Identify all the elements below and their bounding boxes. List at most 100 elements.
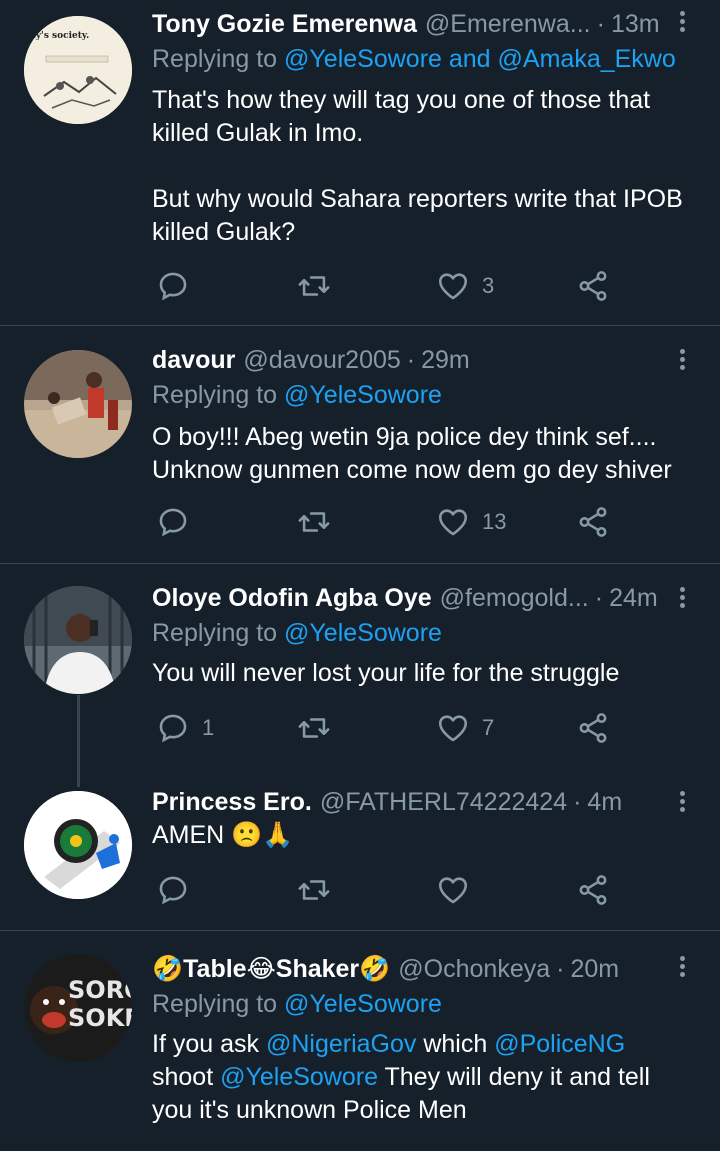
share-button[interactable] bbox=[576, 872, 610, 908]
mention-link[interactable]: @YeleSowore bbox=[284, 381, 442, 409]
like-button[interactable]: 3 bbox=[436, 268, 494, 304]
like-icon bbox=[438, 715, 468, 742]
share-icon bbox=[579, 713, 607, 743]
reply-icon bbox=[159, 876, 187, 905]
user-handle[interactable]: @FATHERL74222424 bbox=[320, 788, 567, 817]
tweet-text-part: If you ask bbox=[152, 1030, 266, 1058]
user-handle[interactable]: @femogold... bbox=[440, 584, 589, 613]
share-button[interactable] bbox=[576, 504, 610, 540]
replying-to: Replying to @YeleSowore bbox=[152, 381, 442, 410]
tweet[interactable]: SORO SOKE 🤣Table😂Shaker🤣 @Ochonkeya · 20… bbox=[0, 931, 720, 1151]
avatar-caption: ay's society. bbox=[30, 31, 89, 41]
replying-prefix: Replying to bbox=[152, 619, 285, 647]
retweet-icon bbox=[298, 276, 330, 296]
replying-prefix: Replying to bbox=[152, 45, 285, 73]
replying-prefix: Replying to bbox=[152, 381, 285, 409]
tweet[interactable]: Oloye Odofin Agba Oye @femogold... · 24m… bbox=[0, 564, 720, 774]
user-handle[interactable]: @Emerenwa... bbox=[425, 10, 591, 39]
retweet-button[interactable] bbox=[296, 872, 344, 908]
reply-button[interactable] bbox=[156, 872, 202, 908]
more-icon[interactable] bbox=[672, 584, 692, 612]
replying-to: Replying to @YeleSowore and @Amaka_Ekwo bbox=[152, 45, 676, 74]
like-button[interactable] bbox=[436, 872, 482, 908]
mention-link[interactable]: @YeleSowore bbox=[284, 45, 442, 73]
like-icon bbox=[438, 509, 468, 536]
like-icon bbox=[438, 877, 468, 904]
display-name[interactable]: 🤣Table😂Shaker🤣 bbox=[152, 954, 390, 984]
tweet[interactable]: davour @davour2005 · 29m Replying to @Ye… bbox=[0, 326, 720, 563]
tweet[interactable]: Princess Ero. @FATHERL74222424 · 4m AMEN… bbox=[0, 774, 720, 930]
more-icon[interactable] bbox=[672, 346, 692, 374]
retweet-button[interactable] bbox=[296, 268, 344, 304]
replying-to: Replying to @YeleSowore bbox=[152, 619, 442, 648]
avatar-text: SOKE bbox=[68, 1004, 132, 1032]
timestamp[interactable]: 20m bbox=[570, 955, 619, 984]
retweet-button[interactable] bbox=[296, 504, 344, 540]
tweet-text-part: which bbox=[416, 1030, 495, 1058]
avatar[interactable] bbox=[24, 586, 132, 694]
like-icon bbox=[438, 273, 468, 300]
display-name[interactable]: Oloye Odofin Agba Oye bbox=[152, 584, 432, 613]
reply-icon bbox=[159, 508, 187, 537]
mention-link[interactable]: @YeleSowore bbox=[284, 619, 442, 647]
tweet-text: That's how they will tag you one of thos… bbox=[152, 84, 690, 249]
reply-button[interactable] bbox=[156, 504, 202, 540]
avatar[interactable]: ay's society. bbox=[24, 16, 132, 124]
tweet-text-part: shoot bbox=[152, 1063, 221, 1091]
retweet-icon bbox=[298, 512, 330, 532]
tweet-actions bbox=[152, 872, 622, 908]
avatar[interactable] bbox=[24, 791, 132, 899]
share-button[interactable] bbox=[576, 710, 610, 746]
reply-button[interactable] bbox=[156, 268, 202, 304]
separator-dot: · bbox=[556, 954, 565, 983]
tweet-text: You will never lost your life for the st… bbox=[152, 659, 620, 687]
timestamp[interactable]: 13m bbox=[611, 10, 660, 39]
share-icon bbox=[579, 507, 607, 537]
more-icon[interactable] bbox=[672, 788, 692, 816]
reply-button[interactable]: 1 bbox=[156, 710, 214, 746]
tweet-text: AMEN 🙁🙏 bbox=[152, 821, 294, 849]
display-name[interactable]: Tony Gozie Emerenwa bbox=[152, 10, 417, 39]
separator-dot: · bbox=[406, 345, 416, 374]
like-button[interactable]: 7 bbox=[436, 710, 494, 746]
tweet-actions: 3 bbox=[152, 268, 622, 304]
timestamp[interactable]: 29m bbox=[421, 346, 470, 375]
more-icon[interactable] bbox=[672, 953, 692, 981]
tweet-text: If you ask @NigeriaGov which @PoliceNG s… bbox=[152, 1028, 690, 1127]
display-name[interactable]: Princess Ero. bbox=[152, 788, 312, 817]
share-button[interactable] bbox=[576, 268, 610, 304]
retweet-button[interactable] bbox=[296, 710, 344, 746]
user-handle[interactable]: @Ochonkeya bbox=[398, 955, 550, 984]
retweet-icon bbox=[298, 718, 330, 738]
tweet-paragraph: But why would Sahara reporters write tha… bbox=[152, 185, 683, 246]
avatar[interactable] bbox=[24, 350, 132, 458]
share-icon bbox=[579, 271, 607, 301]
mention-link[interactable]: @Amaka_Ekwo bbox=[498, 45, 676, 73]
avatar[interactable]: SORO SOKE bbox=[24, 954, 132, 1062]
timestamp[interactable]: 4m bbox=[587, 788, 622, 817]
display-name[interactable]: davour bbox=[152, 346, 235, 375]
mention-link[interactable]: @PoliceNG bbox=[494, 1030, 625, 1058]
more-icon[interactable] bbox=[672, 8, 692, 36]
tweet-actions: 1 7 bbox=[152, 710, 622, 746]
reply-icon bbox=[159, 714, 187, 743]
mention-link[interactable]: @YeleSowore bbox=[220, 1063, 378, 1091]
like-button[interactable]: 13 bbox=[436, 504, 506, 540]
reply-count: 1 bbox=[202, 715, 215, 740]
mention-link[interactable]: @NigeriaGov bbox=[266, 1030, 416, 1058]
replying-prefix: Replying to bbox=[152, 990, 285, 1018]
tweet[interactable]: ay's society. Tony Gozie Emerenwa @Emere… bbox=[0, 0, 720, 326]
like-count: 7 bbox=[482, 715, 495, 740]
share-icon bbox=[579, 875, 607, 905]
like-count: 3 bbox=[482, 273, 495, 298]
avatar-text: SORO bbox=[68, 976, 132, 1004]
tweet-paragraph: That's how they will tag you one of thos… bbox=[152, 86, 651, 147]
and-text: and bbox=[441, 45, 498, 73]
like-count: 13 bbox=[482, 509, 507, 534]
user-handle[interactable]: @davour2005 bbox=[243, 346, 400, 375]
timestamp[interactable]: 24m bbox=[609, 584, 658, 613]
separator-dot: · bbox=[594, 583, 604, 612]
retweet-icon bbox=[298, 880, 330, 900]
mention-link[interactable]: @YeleSowore bbox=[284, 990, 442, 1018]
separator-dot: · bbox=[596, 9, 605, 38]
